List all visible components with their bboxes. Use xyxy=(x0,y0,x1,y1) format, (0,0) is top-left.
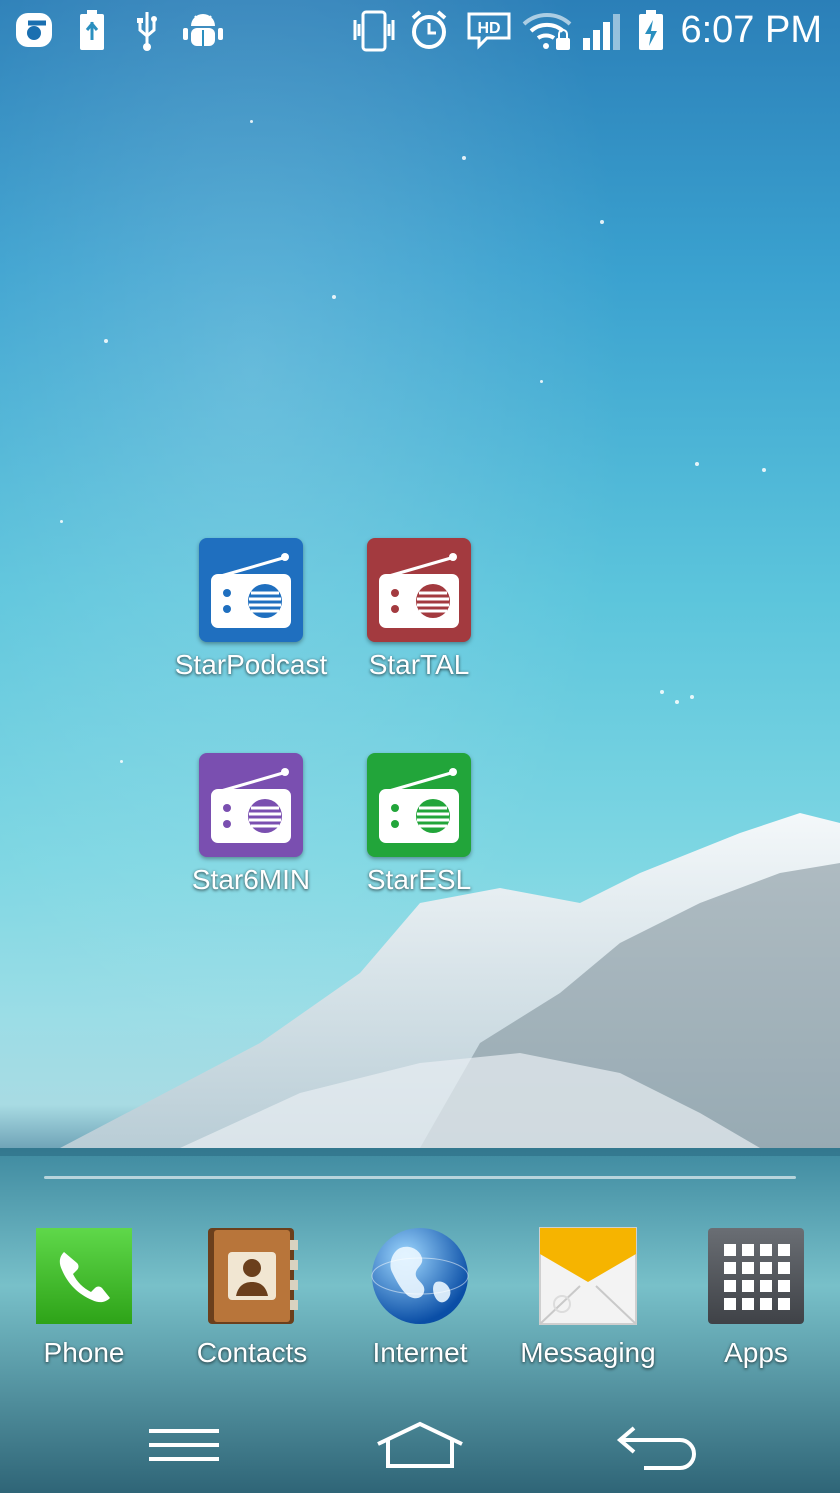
battery-usb-icon xyxy=(76,8,108,52)
app-label: Star6MIN xyxy=(191,864,311,895)
envelope-icon xyxy=(538,1226,638,1326)
app-shortcut-star6min[interactable]: Star6MIN xyxy=(171,753,331,897)
navigation-bar xyxy=(0,1400,840,1493)
dock-label: Apps xyxy=(724,1337,788,1368)
app-shortcut-staresl[interactable]: StarESL xyxy=(339,753,499,897)
dock-app-apps[interactable]: Apps xyxy=(681,1226,831,1370)
dock-divider xyxy=(44,1176,796,1179)
usb-icon xyxy=(130,8,164,52)
dock-label: Phone xyxy=(43,1337,125,1368)
alarm-icon xyxy=(406,8,452,52)
back-icon xyxy=(616,1426,696,1470)
app-shortcut-startal[interactable]: StarTAL xyxy=(339,538,499,682)
contacts-book-icon xyxy=(202,1226,302,1326)
carrier-logo-icon xyxy=(12,8,58,52)
app-shortcut-starpodcast[interactable]: StarPodcast xyxy=(171,538,331,682)
wifi-locked-icon xyxy=(522,8,574,52)
battery-charging-icon xyxy=(636,8,666,52)
dock-app-contacts[interactable]: Contacts xyxy=(177,1226,327,1370)
back-button[interactable] xyxy=(606,1410,706,1480)
dock-label: Contacts xyxy=(196,1337,308,1368)
status-clock: 6:07 PM xyxy=(680,9,822,51)
hd-voice-icon: HD xyxy=(464,8,514,52)
dock-label: Internet xyxy=(372,1337,468,1368)
app-label: StarPodcast xyxy=(174,649,328,680)
home-icon xyxy=(377,1421,463,1468)
status-bar: HD 6:07 PM xyxy=(0,0,840,60)
globe-icon xyxy=(370,1226,470,1326)
dock-app-messaging[interactable]: Messaging xyxy=(513,1226,663,1370)
dock-app-internet[interactable]: Internet xyxy=(345,1226,495,1370)
radio-icon xyxy=(367,538,471,642)
wallpaper-mountains xyxy=(0,813,840,1493)
dock-label: Messaging xyxy=(520,1337,656,1368)
menu-button[interactable] xyxy=(134,1410,234,1480)
dock-app-phone[interactable]: Phone xyxy=(9,1226,159,1370)
radio-icon xyxy=(367,753,471,857)
android-debug-icon xyxy=(180,8,226,52)
vibrate-icon xyxy=(350,8,398,52)
app-label: StarESL xyxy=(366,864,472,895)
menu-icon xyxy=(149,1429,219,1461)
signal-icon xyxy=(580,8,626,52)
radio-icon xyxy=(199,753,303,857)
home-button[interactable] xyxy=(370,1410,470,1480)
radio-icon xyxy=(199,538,303,642)
app-grid-icon xyxy=(706,1226,806,1326)
hd-label: HD xyxy=(477,20,500,37)
app-label: StarTAL xyxy=(368,649,470,680)
phone-icon xyxy=(34,1226,134,1326)
